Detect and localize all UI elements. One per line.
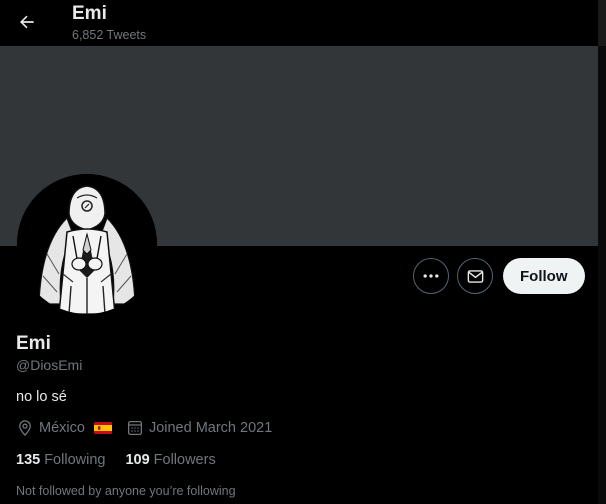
joined-text: Joined March 2021 — [148, 420, 273, 436]
not-followed-notice: Not followed by anyone you’re following — [16, 484, 236, 498]
location-text: México — [39, 420, 85, 436]
profile-actions: Follow — [413, 258, 585, 294]
profile-bio: no lo sé — [16, 389, 67, 405]
followers-link[interactable]: 109 Followers — [125, 452, 215, 468]
tweet-count-label: Tweets — [106, 28, 147, 42]
back-button[interactable] — [10, 5, 44, 39]
location-item: México — [16, 419, 112, 437]
followers-count: 109 — [125, 452, 150, 468]
profile-header: Emi 6,852 Tweets — [0, 0, 598, 46]
tweet-count: 6,852 Tweets — [72, 28, 146, 42]
location-pin-icon — [19, 420, 31, 437]
message-button[interactable] — [457, 258, 493, 294]
back-arrow-icon — [20, 15, 34, 29]
following-count: 135 — [16, 452, 41, 468]
followers-label: Followers — [153, 452, 216, 468]
profile-meta: México Joined March 2021 — [16, 419, 286, 437]
more-icon — [423, 274, 439, 278]
avatar[interactable] — [17, 174, 157, 314]
tweet-count-value: 6,852 — [72, 28, 104, 42]
follow-button[interactable]: Follow — [503, 258, 585, 294]
joined-item: Joined March 2021 — [126, 419, 272, 437]
profile-handle: @DiosEmi — [16, 357, 83, 373]
scrollbar-thumb[interactable] — [598, 0, 606, 46]
following-label: Following — [44, 452, 106, 468]
profile-display-name: Emi — [16, 333, 51, 354]
avatar-image — [17, 174, 157, 314]
following-link[interactable]: 135 Following — [16, 452, 105, 468]
envelope-icon — [467, 269, 483, 283]
spain-flag-icon — [93, 422, 112, 434]
calendar-icon — [127, 420, 142, 436]
header-title: Emi — [72, 3, 107, 24]
more-button[interactable] — [413, 258, 449, 294]
follow-counts: 135 Following 109 Followers — [16, 452, 236, 468]
scrollbar[interactable] — [598, 0, 606, 504]
